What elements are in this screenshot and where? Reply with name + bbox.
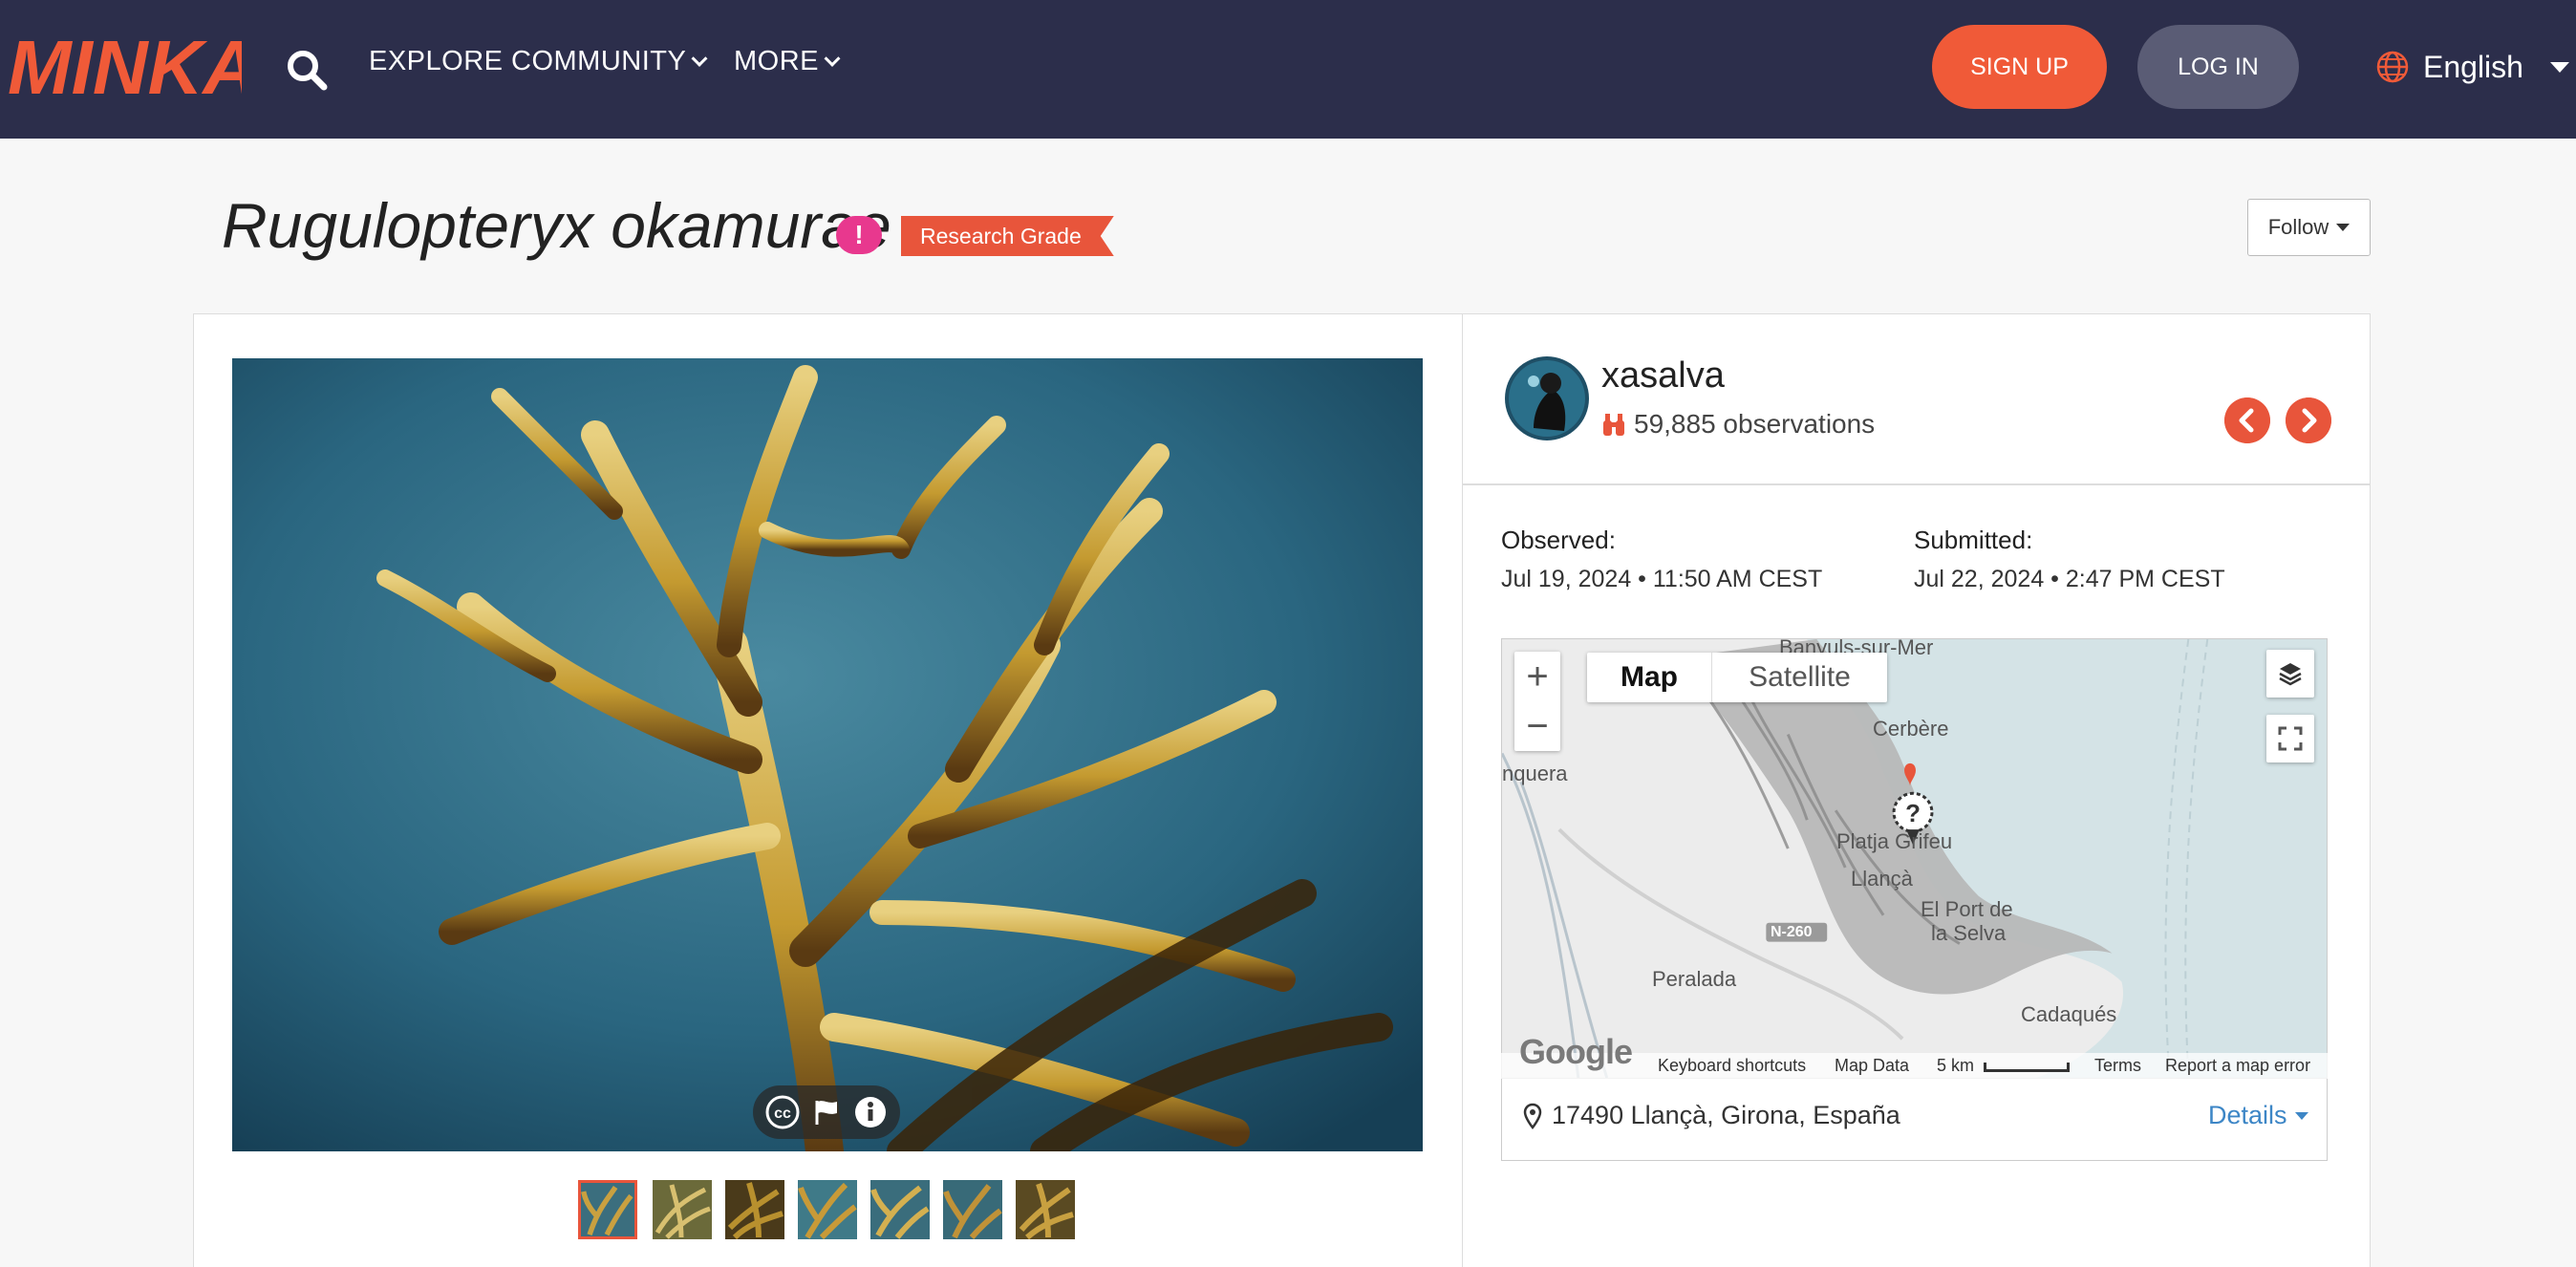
nav-community[interactable]: COMMUNITY	[511, 46, 708, 77]
map-data-link[interactable]: Map Data	[1835, 1056, 1909, 1076]
zoom-controls: + −	[1514, 652, 1560, 751]
map-scale-label[interactable]: 5 km	[1937, 1056, 1974, 1076]
binoculars-icon	[1603, 414, 1624, 436]
svg-text:cc: cc	[774, 1106, 791, 1122]
map-label: El Port de	[1921, 897, 2013, 921]
fullscreen-icon	[2278, 726, 2303, 751]
minka-logo[interactable]: MINKA	[8, 27, 242, 105]
flag-icon[interactable]	[812, 1098, 841, 1127]
layers-button[interactable]	[2266, 650, 2314, 698]
map-label: nquera	[1502, 762, 1568, 785]
map-label: Llançà	[1851, 867, 1913, 891]
info-icon[interactable]	[852, 1094, 889, 1130]
previous-observation-button[interactable]	[2224, 397, 2270, 443]
thumbnail[interactable]	[943, 1180, 1002, 1239]
map-scale-bar	[1984, 1063, 2070, 1072]
warning-badge[interactable]: !	[836, 216, 882, 254]
location-map[interactable]: ?	[1501, 638, 2328, 1079]
layers-icon	[2279, 663, 2302, 686]
creative-commons-icon[interactable]: cc	[764, 1094, 801, 1130]
observer-username[interactable]: xasalva	[1601, 355, 1725, 397]
globe-icon	[2376, 51, 2409, 83]
observer-observations[interactable]: 59,885 observations	[1601, 409, 1875, 440]
avatar[interactable]	[1505, 356, 1589, 440]
search-icon[interactable]	[285, 48, 329, 92]
road-label: N-260	[1771, 924, 1813, 940]
location-text: 17490 Llançà, Girona, España	[1523, 1101, 1900, 1130]
thumbnail[interactable]	[725, 1180, 784, 1239]
quality-grade-badge: Research Grade	[901, 216, 1114, 256]
caret-down-icon	[2336, 224, 2351, 231]
map-marker-icon	[1523, 1103, 1542, 1129]
chevron-down-icon	[824, 50, 841, 67]
nav-more[interactable]: MORE	[734, 46, 841, 77]
nav-explore[interactable]: EXPLORE	[369, 46, 504, 77]
google-logo: Google	[1519, 1032, 1633, 1071]
map-label: Peralada	[1652, 967, 1737, 991]
observed-date: Jul 19, 2024 • 11:50 AM CEST	[1501, 566, 1823, 592]
thumbnail[interactable]	[653, 1180, 712, 1239]
svg-text:MINKA: MINKA	[8, 27, 242, 105]
divider	[1463, 483, 2370, 485]
follow-button[interactable]: Follow	[2247, 199, 2371, 256]
map-type-tabs: Map Satellite	[1587, 653, 1887, 702]
map-label: Cerbère	[1873, 717, 1949, 741]
zoom-out-button[interactable]: −	[1514, 701, 1560, 751]
taxon-title[interactable]: Rugulopteryx okamurae	[222, 189, 891, 262]
caret-down-icon	[2294, 1111, 2308, 1120]
thumbnail[interactable]	[1016, 1180, 1075, 1239]
zoom-in-button[interactable]: +	[1514, 652, 1560, 701]
location-details-toggle[interactable]: Details	[2208, 1101, 2308, 1130]
chevron-down-icon	[691, 50, 708, 67]
photo-controls: cc	[753, 1085, 900, 1139]
svg-text:?: ?	[1905, 801, 1921, 827]
language-selector[interactable]: English	[2375, 46, 2569, 88]
thumbnail[interactable]	[870, 1180, 930, 1239]
top-navbar: MINKA EXPLORE COMMUNITY MORE SIGN UP LOG…	[0, 0, 2576, 139]
tab-map[interactable]: Map	[1587, 653, 1712, 702]
report-map-error-link[interactable]: Report a map error	[2165, 1056, 2310, 1076]
login-button[interactable]: LOG IN	[2137, 25, 2299, 109]
thumbnail[interactable]	[798, 1180, 857, 1239]
next-observation-button[interactable]	[2286, 397, 2331, 443]
fullscreen-button[interactable]	[2266, 715, 2314, 762]
submitted-date: Jul 22, 2024 • 2:47 PM CEST	[1914, 566, 2225, 592]
caret-down-icon	[2549, 61, 2569, 73]
tab-satellite[interactable]: Satellite	[1712, 653, 1887, 702]
observation-photo[interactable]	[232, 358, 1423, 1151]
signup-button[interactable]: SIGN UP	[1932, 25, 2107, 109]
observed-label: Observed:	[1501, 526, 1616, 554]
map-label: Cadaqués	[2021, 1002, 2117, 1026]
map-terms-link[interactable]: Terms	[2094, 1056, 2141, 1076]
thumbnail[interactable]	[578, 1180, 637, 1239]
submitted-label: Submitted:	[1914, 526, 2033, 554]
map-label: la Selva	[1931, 921, 2007, 945]
keyboard-shortcuts-link[interactable]: Keyboard shortcuts	[1658, 1056, 1806, 1076]
map-label: Platja Grifeu	[1836, 829, 1953, 853]
